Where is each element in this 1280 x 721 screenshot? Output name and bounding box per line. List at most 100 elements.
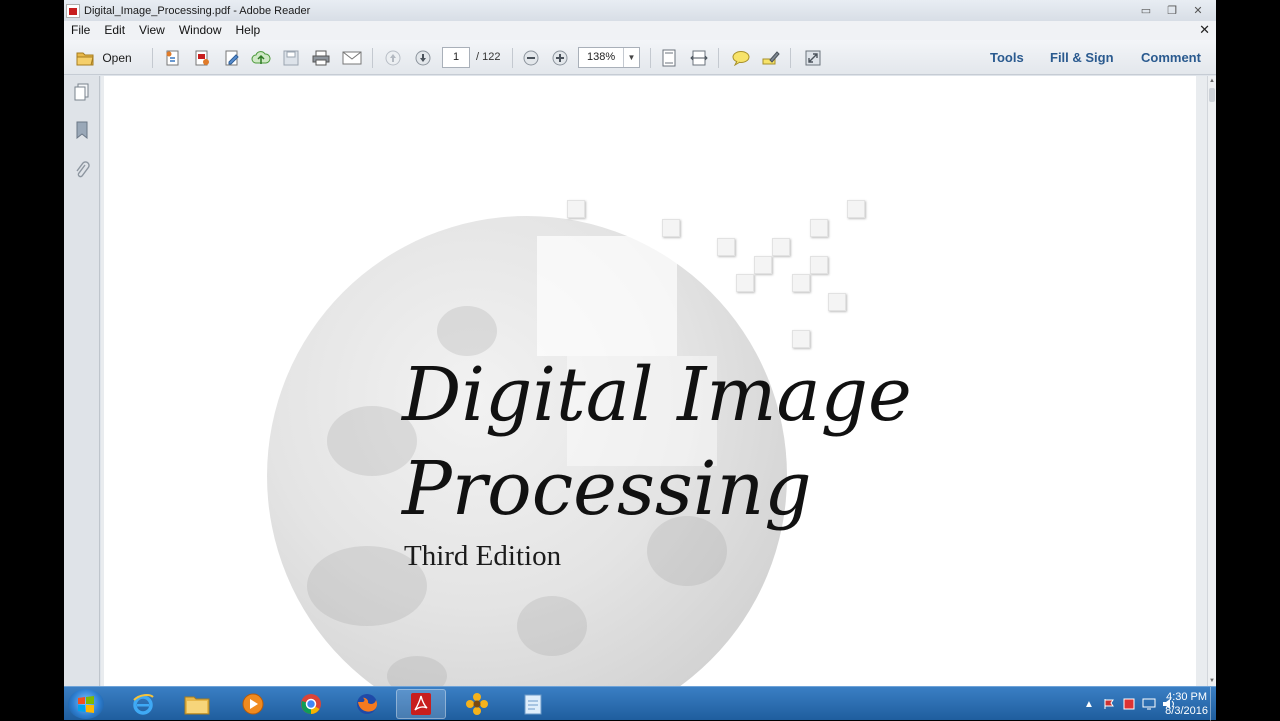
folder-icon — [76, 52, 94, 66]
minus-circle-icon — [523, 50, 539, 66]
comment-bubble-icon — [732, 51, 750, 66]
print-button[interactable] — [310, 47, 332, 69]
close-document-button[interactable]: ✕ — [1199, 22, 1210, 38]
pixel-square — [754, 256, 772, 274]
pixel-square — [772, 238, 790, 256]
firefox-icon — [357, 694, 378, 714]
toolbar: Open 1 / 122 138% ▼ Tools Fill & Sign Co… — [64, 40, 1216, 75]
export-pdf-button[interactable] — [191, 47, 213, 69]
menu-view[interactable]: View — [132, 21, 172, 40]
pixel-square — [792, 330, 810, 348]
edit-pdf-icon — [225, 50, 239, 66]
fit-width-icon — [690, 50, 708, 66]
taskbar-flower-app[interactable] — [452, 689, 502, 719]
create-pdf-button[interactable] — [162, 47, 184, 69]
document-viewport[interactable]: Digital Image Processing Third Edition — [101, 76, 1207, 686]
adobe-reader-icon — [411, 693, 431, 715]
menu-window[interactable]: Window — [172, 21, 229, 40]
taskbar-adobe-reader[interactable] — [396, 689, 446, 719]
action-center-icon[interactable] — [1102, 697, 1116, 711]
toolbar-separator — [790, 48, 791, 68]
toolbar-separator — [718, 48, 719, 68]
scroll-thumb[interactable] — [1209, 88, 1215, 102]
clock-time: 4:30 PM — [1166, 691, 1208, 703]
highlight-button[interactable] — [760, 47, 782, 69]
restore-button[interactable]: ❐ — [1160, 2, 1184, 18]
vertical-scrollbar[interactable]: ▲ ▼ — [1207, 76, 1216, 686]
save-button[interactable] — [280, 47, 302, 69]
upload-cloud-button[interactable] — [250, 47, 272, 69]
open-button[interactable]: Open — [70, 47, 138, 69]
attachment-icon[interactable] — [72, 160, 92, 180]
taskbar-internet-explorer[interactable] — [118, 689, 168, 719]
book-title-line-1: Digital Image — [402, 352, 912, 438]
comment-pane-button[interactable]: Comment — [1141, 47, 1201, 69]
page-total: / 122 — [476, 51, 501, 63]
pixel-square — [847, 200, 865, 218]
fit-width-button[interactable] — [688, 47, 710, 69]
save-icon — [283, 50, 299, 66]
full-screen-button[interactable] — [802, 47, 824, 69]
flower-icon — [466, 693, 488, 715]
email-button[interactable] — [340, 47, 364, 69]
network-icon[interactable] — [1142, 697, 1156, 711]
open-label: Open — [102, 51, 132, 65]
menu-bar: File Edit View Window Help ✕ — [64, 21, 1216, 40]
navigation-pane-rail — [64, 76, 100, 686]
minimize-button[interactable]: ▭ — [1134, 2, 1158, 18]
envelope-icon — [342, 51, 362, 65]
system-clock[interactable]: 4:30 PM 8/3/2016 — [1165, 690, 1208, 718]
menu-edit[interactable]: Edit — [97, 21, 132, 40]
taskbar-chrome[interactable] — [286, 689, 336, 719]
menu-help[interactable]: Help — [229, 21, 268, 40]
taskbar-firefox[interactable] — [342, 689, 392, 719]
taskbar-notepad[interactable] — [508, 689, 558, 719]
next-page-button[interactable] — [412, 47, 434, 69]
scroll-up-arrow-icon[interactable]: ▲ — [1208, 76, 1216, 86]
security-icon[interactable] — [1122, 697, 1136, 711]
cloud-upload-icon — [251, 51, 271, 64]
title-bar[interactable]: Digital_Image_Processing.pdf - Adobe Rea… — [64, 0, 1216, 21]
pixel-square — [717, 238, 735, 256]
fit-page-icon — [662, 49, 676, 67]
adobe-reader-window: Digital_Image_Processing.pdf - Adobe Rea… — [64, 0, 1216, 686]
chevron-down-icon[interactable]: ▼ — [623, 48, 639, 67]
plus-circle-icon — [552, 50, 568, 66]
highlighter-icon — [762, 51, 780, 65]
toolbar-separator — [372, 48, 373, 68]
pixel-square — [810, 219, 828, 237]
add-comment-button[interactable] — [730, 47, 752, 69]
page-number-input[interactable]: 1 — [442, 47, 470, 68]
window-controls: ▭ ❐ ✕ — [1134, 2, 1210, 18]
start-button[interactable] — [68, 689, 104, 719]
zoom-select[interactable]: 138% ▼ — [578, 47, 640, 68]
notepad-icon — [524, 694, 542, 715]
edit-pdf-button[interactable] — [221, 47, 243, 69]
zoom-out-button[interactable] — [520, 47, 542, 69]
book-title-line-2: Processing — [402, 446, 812, 532]
show-desktop-button[interactable] — [1210, 687, 1216, 721]
fill-sign-pane-button[interactable]: Fill & Sign — [1050, 47, 1114, 69]
pixel-square — [567, 200, 585, 218]
taskbar-media-player[interactable] — [228, 689, 278, 719]
pdf-app-icon — [66, 3, 80, 18]
zoom-value: 138% — [587, 51, 616, 63]
scroll-down-arrow-icon[interactable]: ▼ — [1208, 676, 1216, 686]
taskbar-file-explorer[interactable] — [172, 689, 222, 719]
internet-explorer-icon — [133, 694, 154, 715]
toolbar-separator — [152, 48, 153, 68]
windows-taskbar: ▲ 4:30 PM 8/3/2016 — [64, 686, 1216, 721]
menu-file[interactable]: File — [64, 21, 97, 40]
expand-icon — [805, 50, 821, 66]
previous-page-button[interactable] — [382, 47, 404, 69]
pixel-square — [736, 274, 754, 292]
page-thumbnails-icon[interactable] — [72, 82, 92, 102]
bookmark-icon[interactable] — [72, 120, 92, 140]
pdf-page: Digital Image Processing Third Edition — [104, 76, 1196, 686]
book-title: Digital Image Processing — [402, 348, 912, 536]
tools-pane-button[interactable]: Tools — [990, 47, 1024, 69]
show-hidden-icons-icon[interactable]: ▲ — [1082, 697, 1096, 711]
fit-page-button[interactable] — [658, 47, 680, 69]
close-button[interactable]: ✕ — [1186, 2, 1210, 18]
zoom-in-button[interactable] — [549, 47, 571, 69]
